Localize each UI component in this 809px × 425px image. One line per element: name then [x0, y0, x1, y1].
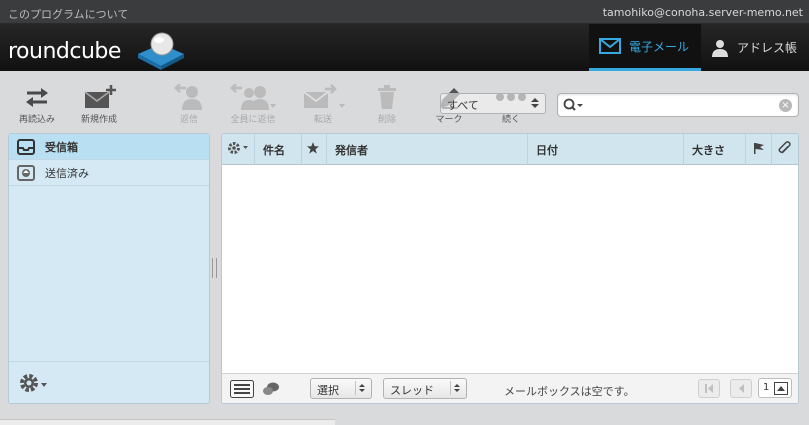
- chevron-updown-icon: [355, 381, 369, 395]
- select-menu-label: 選択: [317, 384, 339, 397]
- filter-value: すべて: [447, 99, 479, 112]
- mailbox-empty-message: メールボックスは空です。: [504, 385, 635, 398]
- filter-select[interactable]: すべて: [440, 93, 546, 114]
- first-page-icon: [705, 384, 713, 393]
- person-icon: [711, 39, 729, 57]
- folder-sent[interactable]: 送信済み: [9, 160, 209, 186]
- message-list-footer: 選択 スレッド メールボックスは空です。 1: [222, 373, 798, 403]
- folder-list: 受信箱 送信済み: [8, 133, 210, 404]
- next-page-icon[interactable]: [774, 382, 788, 395]
- column-subject[interactable]: 件名: [255, 134, 302, 165]
- folder-actions-button[interactable]: [18, 372, 48, 397]
- gear-icon: [18, 372, 40, 397]
- forward-button[interactable]: 転送: [292, 83, 354, 125]
- search-box: ×: [557, 93, 799, 117]
- reply-label: 返信: [179, 115, 198, 125]
- chevron-updown-icon: [450, 381, 464, 395]
- chevron-updown-icon: [529, 96, 543, 110]
- star-icon: [307, 142, 319, 157]
- trash-icon: [356, 83, 418, 111]
- forward-icon: [292, 83, 354, 111]
- message-list: 件名 発信者 日付 大きさ 選択 スレッド メールボックスは空です。 1: [221, 133, 799, 404]
- folder-inbox[interactable]: 受信箱: [9, 134, 209, 160]
- column-size[interactable]: 大きさ: [684, 134, 746, 165]
- header: roundcube 電子メール アドレス帳: [0, 24, 809, 71]
- top-line: このプログラムについて tamohiko@conoha.server-memo.…: [0, 0, 809, 24]
- task-addressbook-label: アドレス帳: [736, 41, 797, 55]
- column-flag-star[interactable]: [302, 134, 327, 165]
- about-link[interactable]: このプログラムについて: [8, 6, 128, 22]
- refresh-icon: [6, 83, 68, 111]
- logo-text: roundcube: [8, 39, 121, 64]
- list-view-button[interactable]: [230, 380, 254, 401]
- search-input[interactable]: [584, 97, 774, 113]
- flag-icon: [753, 142, 765, 157]
- list-icon: [230, 380, 254, 401]
- compose-label: 新規作成: [80, 115, 117, 125]
- reply-button[interactable]: 返信: [158, 83, 220, 125]
- gear-icon: [227, 141, 249, 158]
- threads-toggle-button[interactable]: [262, 381, 280, 400]
- reply-all-icon: [222, 83, 284, 111]
- prev-page-icon: [739, 384, 744, 393]
- refresh-label: 再読込み: [18, 115, 55, 125]
- threads-menu[interactable]: スレッド: [383, 378, 467, 399]
- reply-all-button[interactable]: 全員に返信: [222, 83, 284, 125]
- task-addressbook[interactable]: アドレス帳: [701, 24, 809, 71]
- delete-label: 削除: [377, 115, 396, 125]
- logo-cube-icon: [138, 32, 184, 70]
- page-number: 1: [763, 382, 770, 393]
- compose-button[interactable]: 新規作成: [68, 83, 130, 125]
- message-list-header: 件名 発信者 日付 大きさ: [222, 134, 798, 165]
- reply-all-label: 全員に返信: [230, 115, 276, 125]
- column-date[interactable]: 日付: [528, 134, 684, 165]
- inbox-icon: [17, 138, 35, 155]
- column-attachment[interactable]: [772, 134, 798, 165]
- delete-button[interactable]: 削除: [356, 83, 418, 125]
- folder-sent-label: 送信済み: [45, 166, 89, 180]
- sent-icon: [17, 164, 35, 181]
- column-from[interactable]: 発信者: [327, 134, 528, 165]
- column-flag[interactable]: [746, 134, 772, 165]
- forward-label: 転送: [313, 115, 332, 125]
- folder-inbox-label: 受信箱: [45, 140, 78, 154]
- taskbar: 電子メール アドレス帳: [588, 24, 809, 71]
- chevron-down-icon: [40, 378, 48, 391]
- reply-icon: [158, 83, 220, 111]
- chat-bubbles-icon: [262, 382, 280, 400]
- paperclip-icon: [778, 141, 792, 158]
- search-icon[interactable]: [563, 98, 583, 115]
- select-menu[interactable]: 選択: [310, 378, 372, 399]
- list-options-button[interactable]: [222, 134, 255, 165]
- status-strip: [0, 419, 335, 425]
- refresh-button[interactable]: 再読込み: [6, 83, 68, 125]
- page-count: 1: [758, 378, 792, 398]
- first-page-button[interactable]: [698, 379, 720, 398]
- prev-page-button[interactable]: [730, 379, 752, 398]
- task-mail[interactable]: 電子メール: [588, 24, 701, 71]
- compose-icon: [68, 83, 130, 111]
- username: tamohiko@conoha.server-memo.net: [602, 6, 803, 19]
- envelope-icon: [598, 38, 621, 54]
- task-mail-label: 電子メール: [628, 39, 689, 54]
- threads-menu-label: スレッド: [390, 384, 434, 397]
- folder-footer: [9, 361, 209, 403]
- clear-search-icon[interactable]: ×: [779, 99, 792, 112]
- pane-splitter[interactable]: [212, 258, 217, 278]
